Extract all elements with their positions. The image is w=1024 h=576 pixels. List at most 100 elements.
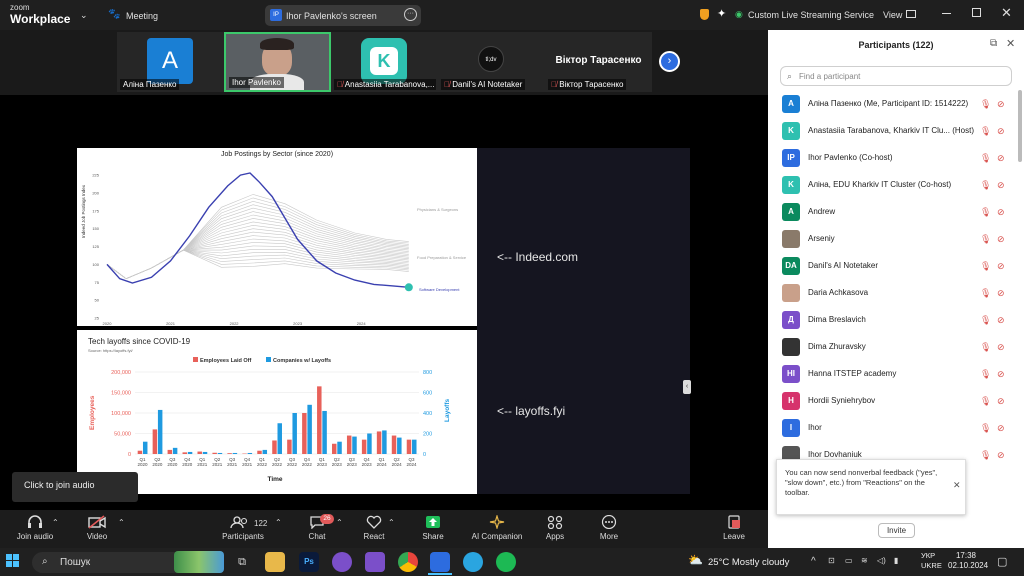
participant-row[interactable]: HI Hanna ITSTEP academy 🎙 ⊘ <box>768 360 1024 387</box>
share-button[interactable]: Share <box>403 515 463 541</box>
next-page-button[interactable]: › <box>659 51 680 72</box>
mic-muted-icon[interactable]: 🎙 <box>980 423 991 434</box>
video-off-icon[interactable]: ⊘ <box>997 126 1005 137</box>
mic-muted-icon[interactable]: 🎙 <box>980 342 991 353</box>
audio-options-chevron-icon[interactable]: ⌃ <box>52 518 59 527</box>
video-tile[interactable]: K 🎙̸ Anastasiia Tarabanova,... <box>331 32 438 92</box>
apps-button[interactable]: Apps <box>525 515 585 541</box>
video-tile[interactable]: Віктор Тарасенко 🎙̸ Віктор Тарасенко <box>545 32 652 92</box>
mic-muted-icon[interactable]: 🎙 <box>980 180 991 191</box>
sparkle-icon[interactable]: ✦ <box>717 7 726 20</box>
close-panel-icon[interactable]: ✕ <box>1006 37 1015 50</box>
x-axis-label: Time <box>267 476 282 483</box>
wifi-icon[interactable]: ≋ <box>861 556 868 565</box>
video-off-icon[interactable]: ⊘ <box>997 180 1005 191</box>
react-options-chevron-icon[interactable]: ⌃ <box>388 518 395 527</box>
participant-row[interactable]: I Ihor 🎙 ⊘ <box>768 414 1024 441</box>
ai-companion-button[interactable]: AI Companion <box>467 515 527 541</box>
viber-icon[interactable] <box>332 552 352 572</box>
volume-icon[interactable]: ◁) <box>877 556 886 565</box>
leave-button[interactable]: Leave <box>704 515 764 541</box>
photoshop-icon[interactable]: Ps <box>299 552 319 572</box>
participants-options-chevron-icon[interactable]: ⌃ <box>275 518 282 527</box>
mic-muted-icon[interactable]: 🎙 <box>980 126 991 137</box>
meeting-label[interactable]: Meeting <box>126 11 158 21</box>
drag-handle[interactable]: ‹ <box>683 380 691 394</box>
tray-expand-icon[interactable]: ^ <box>811 556 816 567</box>
video-off-icon[interactable]: ⊘ <box>997 423 1005 434</box>
weather-text[interactable]: 25°C Mostly cloudy <box>708 557 789 568</box>
video-off-icon[interactable]: ⊘ <box>997 234 1005 245</box>
language-indicator[interactable]: УКР UKRE <box>921 551 942 571</box>
pop-out-icon[interactable]: ⧉ <box>990 38 997 49</box>
task-view-icon[interactable]: ⧉ <box>232 552 252 572</box>
video-off-icon[interactable]: ⊘ <box>997 99 1005 110</box>
chat-options-chevron-icon[interactable]: ⌃ <box>336 518 343 527</box>
video-off-icon[interactable]: ⊘ <box>997 396 1005 407</box>
avatar <box>782 230 800 248</box>
video-tile[interactable]: A Аліна Пазенко <box>117 32 224 92</box>
participant-row[interactable]: IP Ihor Pavlenko (Co-host) 🎙 ⊘ <box>768 144 1024 171</box>
dismiss-notice-icon[interactable]: ✕ <box>953 480 961 490</box>
participant-row[interactable]: A Andrew 🎙 ⊘ <box>768 198 1024 225</box>
video-off-icon[interactable]: ⊘ <box>997 261 1005 272</box>
bar-employees <box>212 452 217 454</box>
participant-row[interactable]: Д Dima Breslavich 🎙 ⊘ <box>768 306 1024 333</box>
view-grid-icon[interactable] <box>906 10 916 18</box>
participant-row[interactable]: Daria Achkasova 🎙 ⊘ <box>768 279 1024 306</box>
mic-muted-icon[interactable]: 🎙 <box>980 99 991 110</box>
video-off-icon[interactable]: ⊘ <box>997 153 1005 164</box>
mic-muted-icon[interactable]: 🎙 <box>980 288 991 299</box>
mic-muted-icon[interactable]: 🎙 <box>980 396 991 407</box>
video-off-icon[interactable]: ⊘ <box>997 288 1005 299</box>
participant-row[interactable]: K Anastasiia Tarabanova, Kharkiv IT Clu..… <box>768 117 1024 144</box>
list-scrollbar[interactable] <box>1018 90 1022 162</box>
mic-muted-icon[interactable]: 🎙 <box>980 450 991 461</box>
participant-row[interactable]: H Hordii Syniehrybov 🎙 ⊘ <box>768 387 1024 414</box>
participant-row[interactable]: DA Danil's AI Notetaker 🎙 ⊘ <box>768 252 1024 279</box>
participant-search-input[interactable]: ⌕ Find a participant <box>780 66 1012 86</box>
video-tile[interactable]: tl;dv 🎙̸ Danil's AI Notetaker <box>438 32 545 92</box>
tray-display-icon[interactable]: ▭ <box>845 556 853 565</box>
video-off-icon[interactable]: ⊘ <box>997 369 1005 380</box>
chrome-icon[interactable] <box>398 552 418 572</box>
view-button[interactable]: View <box>883 10 902 20</box>
video-off-icon[interactable]: ⊘ <box>997 315 1005 326</box>
video-options-chevron-icon[interactable]: ⌃ <box>118 518 125 527</box>
mic-muted-icon[interactable]: 🎙 <box>980 234 991 245</box>
mic-muted-icon[interactable]: 🎙 <box>980 153 991 164</box>
more-options-icon[interactable]: ··· <box>404 8 417 21</box>
spotify-icon[interactable] <box>496 552 516 572</box>
clock[interactable]: 17:38 02.10.2024 <box>948 551 988 571</box>
video-off-icon[interactable]: ⊘ <box>997 450 1005 461</box>
mic-muted-icon[interactable]: 🎙 <box>980 207 991 218</box>
video-off-icon[interactable]: ⊘ <box>997 342 1005 353</box>
tray-camera-icon[interactable]: ⊡ <box>828 556 835 565</box>
close-icon[interactable]: ✕ <box>1001 5 1012 21</box>
restore-icon[interactable] <box>972 8 981 17</box>
participant-row[interactable]: Dima Zhuravsky 🎙 ⊘ <box>768 333 1024 360</box>
mic-muted-icon[interactable]: 🎙 <box>980 261 991 272</box>
video-off-icon[interactable]: ⊘ <box>997 207 1005 218</box>
participant-row[interactable]: K Аліна, EDU Kharkiv IT Cluster (Co-host)… <box>768 171 1024 198</box>
invite-button[interactable]: Invite <box>878 523 915 538</box>
share-indicator[interactable]: IP Ihor Pavlenko's screen ··· <box>265 5 421 26</box>
react-button[interactable]: React <box>344 515 404 541</box>
zoom-icon[interactable] <box>430 552 450 572</box>
streaming-label[interactable]: Custom Live Streaming Service <box>748 10 874 20</box>
video-tile-active-speaker[interactable]: Ihor Pavlenko <box>224 32 331 92</box>
shield-icon[interactable] <box>700 9 709 20</box>
chevron-down-icon[interactable]: ⌄ <box>80 10 88 21</box>
windows-start-icon[interactable] <box>6 554 20 568</box>
telegram-icon[interactable] <box>463 552 483 572</box>
file-explorer-icon[interactable] <box>265 552 285 572</box>
participant-row[interactable]: A Аліна Пазенко (Me, Participant ID: 1514… <box>768 90 1024 117</box>
more-button[interactable]: More <box>579 515 639 541</box>
visual-studio-icon[interactable] <box>365 552 385 572</box>
mic-muted-icon[interactable]: 🎙 <box>980 369 991 380</box>
minimize-icon[interactable] <box>942 13 951 14</box>
battery-icon[interactable]: ▮ <box>894 556 898 565</box>
mic-muted-icon[interactable]: 🎙 <box>980 315 991 326</box>
notifications-icon[interactable]: ▢ <box>997 555 1007 568</box>
participant-row[interactable]: Arseniy 🎙 ⊘ <box>768 225 1024 252</box>
